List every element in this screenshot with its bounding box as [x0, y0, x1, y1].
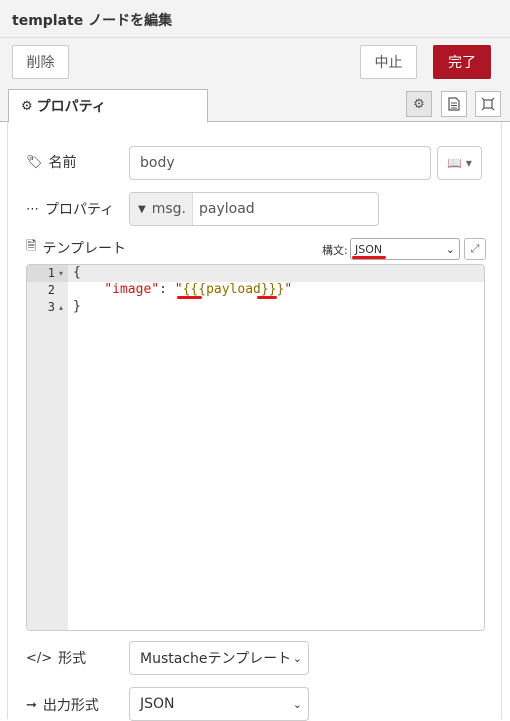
property-label-row: ⋯ プロパティ [26, 199, 114, 219]
name-input[interactable]: body [129, 146, 431, 180]
property-type-selector[interactable]: ▼ msg. [130, 193, 193, 225]
fold-down-icon[interactable]: ▾ [59, 269, 63, 278]
output-label: 出力形式 [42, 698, 99, 714]
line-number: 1 [47, 266, 55, 280]
fold-up-icon[interactable]: ▴ [59, 303, 63, 312]
code-line-1: { [73, 265, 81, 280]
tag-icon: 🏷 [26, 154, 43, 170]
delete-button[interactable]: 削除 [12, 45, 69, 79]
tray-header: template ノードを編集 [0, 0, 510, 38]
json-quote-open: " [174, 282, 183, 297]
book-icon: 📖 ▾ [447, 156, 472, 170]
ellipsis-icon: ⋯ [26, 201, 39, 217]
format-label: 形式 [58, 651, 87, 667]
json-key: "image" [104, 282, 160, 297]
name-label: 名前 [48, 155, 77, 171]
done-button[interactable]: 完了 [433, 45, 491, 79]
appearance-tab-button[interactable] [475, 91, 501, 117]
format-select[interactable]: Mustacheテンプレート ⌄ [129, 641, 309, 675]
chevron-down-icon: ⌄ [292, 651, 302, 665]
output-label-row: ➞ 出力形式 [26, 695, 99, 715]
tray-title: template ノードを編集 [12, 13, 173, 29]
panel-border-right [501, 122, 502, 719]
template-editor[interactable]: 1 ▾ 2 3 ▴ { "image": "{{{payload}}}" } [26, 264, 485, 631]
expand-editor-button[interactable]: ⤢ [464, 238, 486, 260]
document-icon [448, 97, 460, 111]
chevron-down-icon: ⌄ [292, 697, 302, 711]
active-line-highlight [27, 265, 484, 282]
arrow-right-icon: ➞ [26, 697, 37, 713]
caret-down-icon: ▼ [138, 203, 146, 215]
syntax-value: JSON [355, 242, 383, 256]
expand-icon: ⤢ [470, 242, 480, 255]
template-label: テンプレート [42, 241, 127, 257]
annotation-underline-open-braces [177, 296, 202, 299]
annotation-underline-close-braces [257, 296, 277, 299]
code-icon: </> [26, 650, 53, 666]
annotation-underline-syntax [352, 256, 386, 259]
name-label-row: 🏷 名前 [26, 152, 77, 172]
panel-border-left [7, 122, 8, 719]
line-number: 3 [47, 300, 55, 314]
gear-icon: ⚙ [21, 98, 33, 114]
format-value: Mustacheテンプレート [140, 651, 292, 667]
line-number: 2 [47, 283, 55, 297]
settings-tab-button[interactable]: ⚙ [406, 91, 432, 117]
gear-icon: ⚙ [413, 96, 425, 112]
description-tab-button[interactable] [441, 91, 467, 117]
node-name-menu-button[interactable]: 📖 ▾ [437, 146, 482, 180]
property-label: プロパティ [45, 202, 115, 218]
tab-properties-label: プロパティ [36, 99, 106, 115]
property-value[interactable]: payload [193, 201, 255, 217]
property-typed-input[interactable]: ▼ msg. payload [129, 192, 379, 226]
chevron-down-icon: ⌄ [445, 242, 455, 256]
code-line-3: } [73, 299, 81, 314]
frame-icon [481, 97, 495, 111]
json-quote-close: " [284, 282, 293, 297]
template-label-row: 🗎 テンプレート [26, 238, 126, 258]
output-select[interactable]: JSON ⌄ [129, 687, 309, 721]
json-colon: : [159, 282, 175, 297]
property-type-label: msg. [151, 201, 186, 217]
editor-gutter [27, 265, 68, 630]
format-label-row: </> 形式 [26, 648, 86, 668]
tabs-bar: ⚙ プロパティ ⚙ [0, 86, 510, 123]
cancel-button[interactable]: 中止 [360, 45, 417, 79]
output-value: JSON [140, 696, 175, 712]
tab-properties[interactable]: ⚙ プロパティ [8, 89, 208, 123]
tray-toolbar: 削除 中止 完了 [0, 38, 510, 86]
code-line-2: "image": "{{{payload}}}" [73, 282, 292, 297]
json-mustache-value: {{{payload}}} [182, 282, 285, 297]
syntax-label: 構文: [322, 244, 348, 257]
file-code-icon: 🗎 [26, 239, 37, 254]
